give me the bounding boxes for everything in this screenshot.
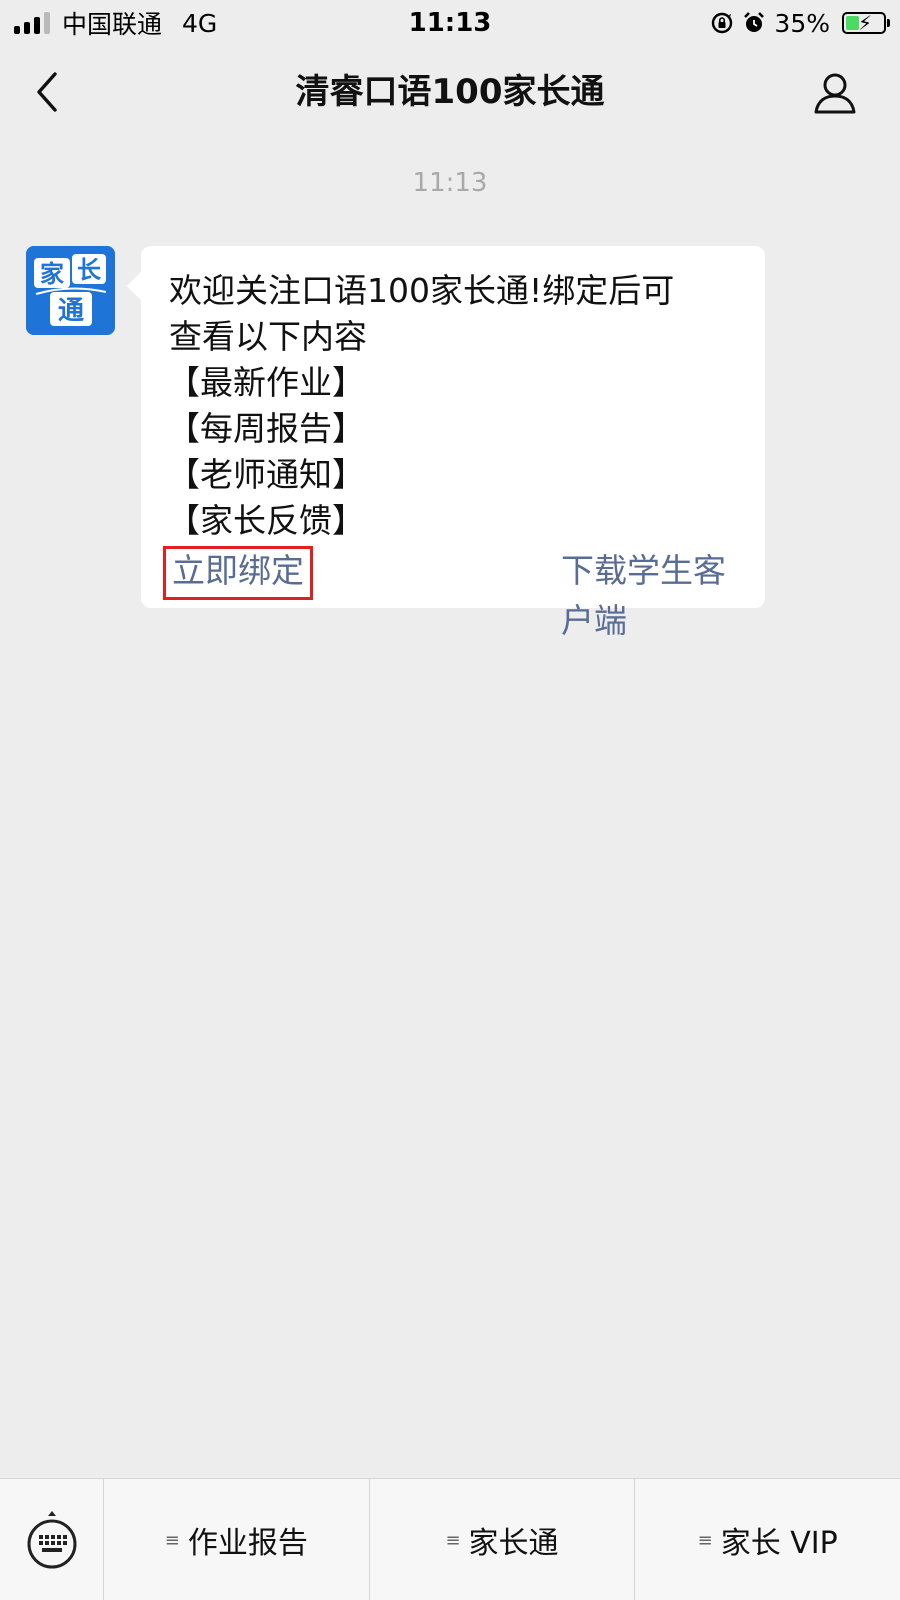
keyboard-toggle-button[interactable] (0, 1479, 104, 1600)
keyboard-icon (27, 1511, 76, 1569)
menu-list-icon: ≡ (164, 1529, 180, 1551)
alarm-icon (744, 12, 765, 32)
svg-text:家: 家 (40, 260, 64, 288)
list-item: 【最新作业】 (167, 363, 365, 402)
svg-text:通: 通 (58, 296, 84, 326)
chat-timestamp: 11:13 (412, 168, 488, 198)
charging-icon: ⚡ (858, 11, 873, 35)
message-bubble: 欢迎关注口语100家长通!绑定后可 查看以下内容 【最新作业】 【每周报告】 【… (141, 246, 765, 640)
message-line-1: 欢迎关注口语100家长通!绑定后可 (169, 271, 675, 310)
battery-icon: ⚡ (842, 11, 890, 35)
avatar[interactable]: 家 长 通 (26, 246, 115, 335)
list-item: 【家长反馈】 (167, 501, 365, 540)
menu-homework-report[interactable]: ≡ 作业报告 (104, 1479, 370, 1600)
jiazhangtong-logo-icon: 家 长 通 (26, 246, 115, 335)
profile-button[interactable] (810, 68, 860, 118)
message-line-2: 查看以下内容 (169, 317, 367, 356)
rotation-lock-icon (712, 12, 733, 34)
list-item: 【每周报告】 (167, 409, 365, 448)
menu-parent-vip[interactable]: ≡ 家长 VIP (635, 1479, 900, 1600)
battery-percent: 35% (774, 8, 830, 38)
menu-item-label: 家长 VIP (720, 1526, 838, 1561)
menu-jiazhangtong[interactable]: ≡ 家长通 (370, 1479, 636, 1600)
bottom-menu: ≡ 作业报告 ≡ 家长通 ≡ 家长 VIP (0, 1478, 900, 1600)
bind-now-link[interactable]: 立即绑定 (163, 546, 313, 600)
menu-list-icon: ≡ (697, 1529, 713, 1551)
nav-bar: 清睿口语100家长通 (0, 46, 900, 138)
menu-list-icon: ≡ (445, 1529, 461, 1551)
download-client-link[interactable]: 下载学生客户端 (561, 546, 737, 646)
status-right: 35% ⚡ (710, 0, 890, 46)
page-title: 清睿口语100家长通 (295, 72, 605, 112)
list-item: 【老师通知】 (167, 455, 365, 494)
svg-text:长: 长 (77, 256, 102, 284)
menu-item-label: 家长通 (468, 1526, 559, 1561)
menu-item-label: 作业报告 (187, 1526, 308, 1561)
person-icon (814, 73, 856, 114)
message-actions: 立即绑定 下载学生客户端 (163, 546, 737, 640)
status-bar: 中国联通 4G 11:13 35% ⚡ (0, 0, 900, 46)
